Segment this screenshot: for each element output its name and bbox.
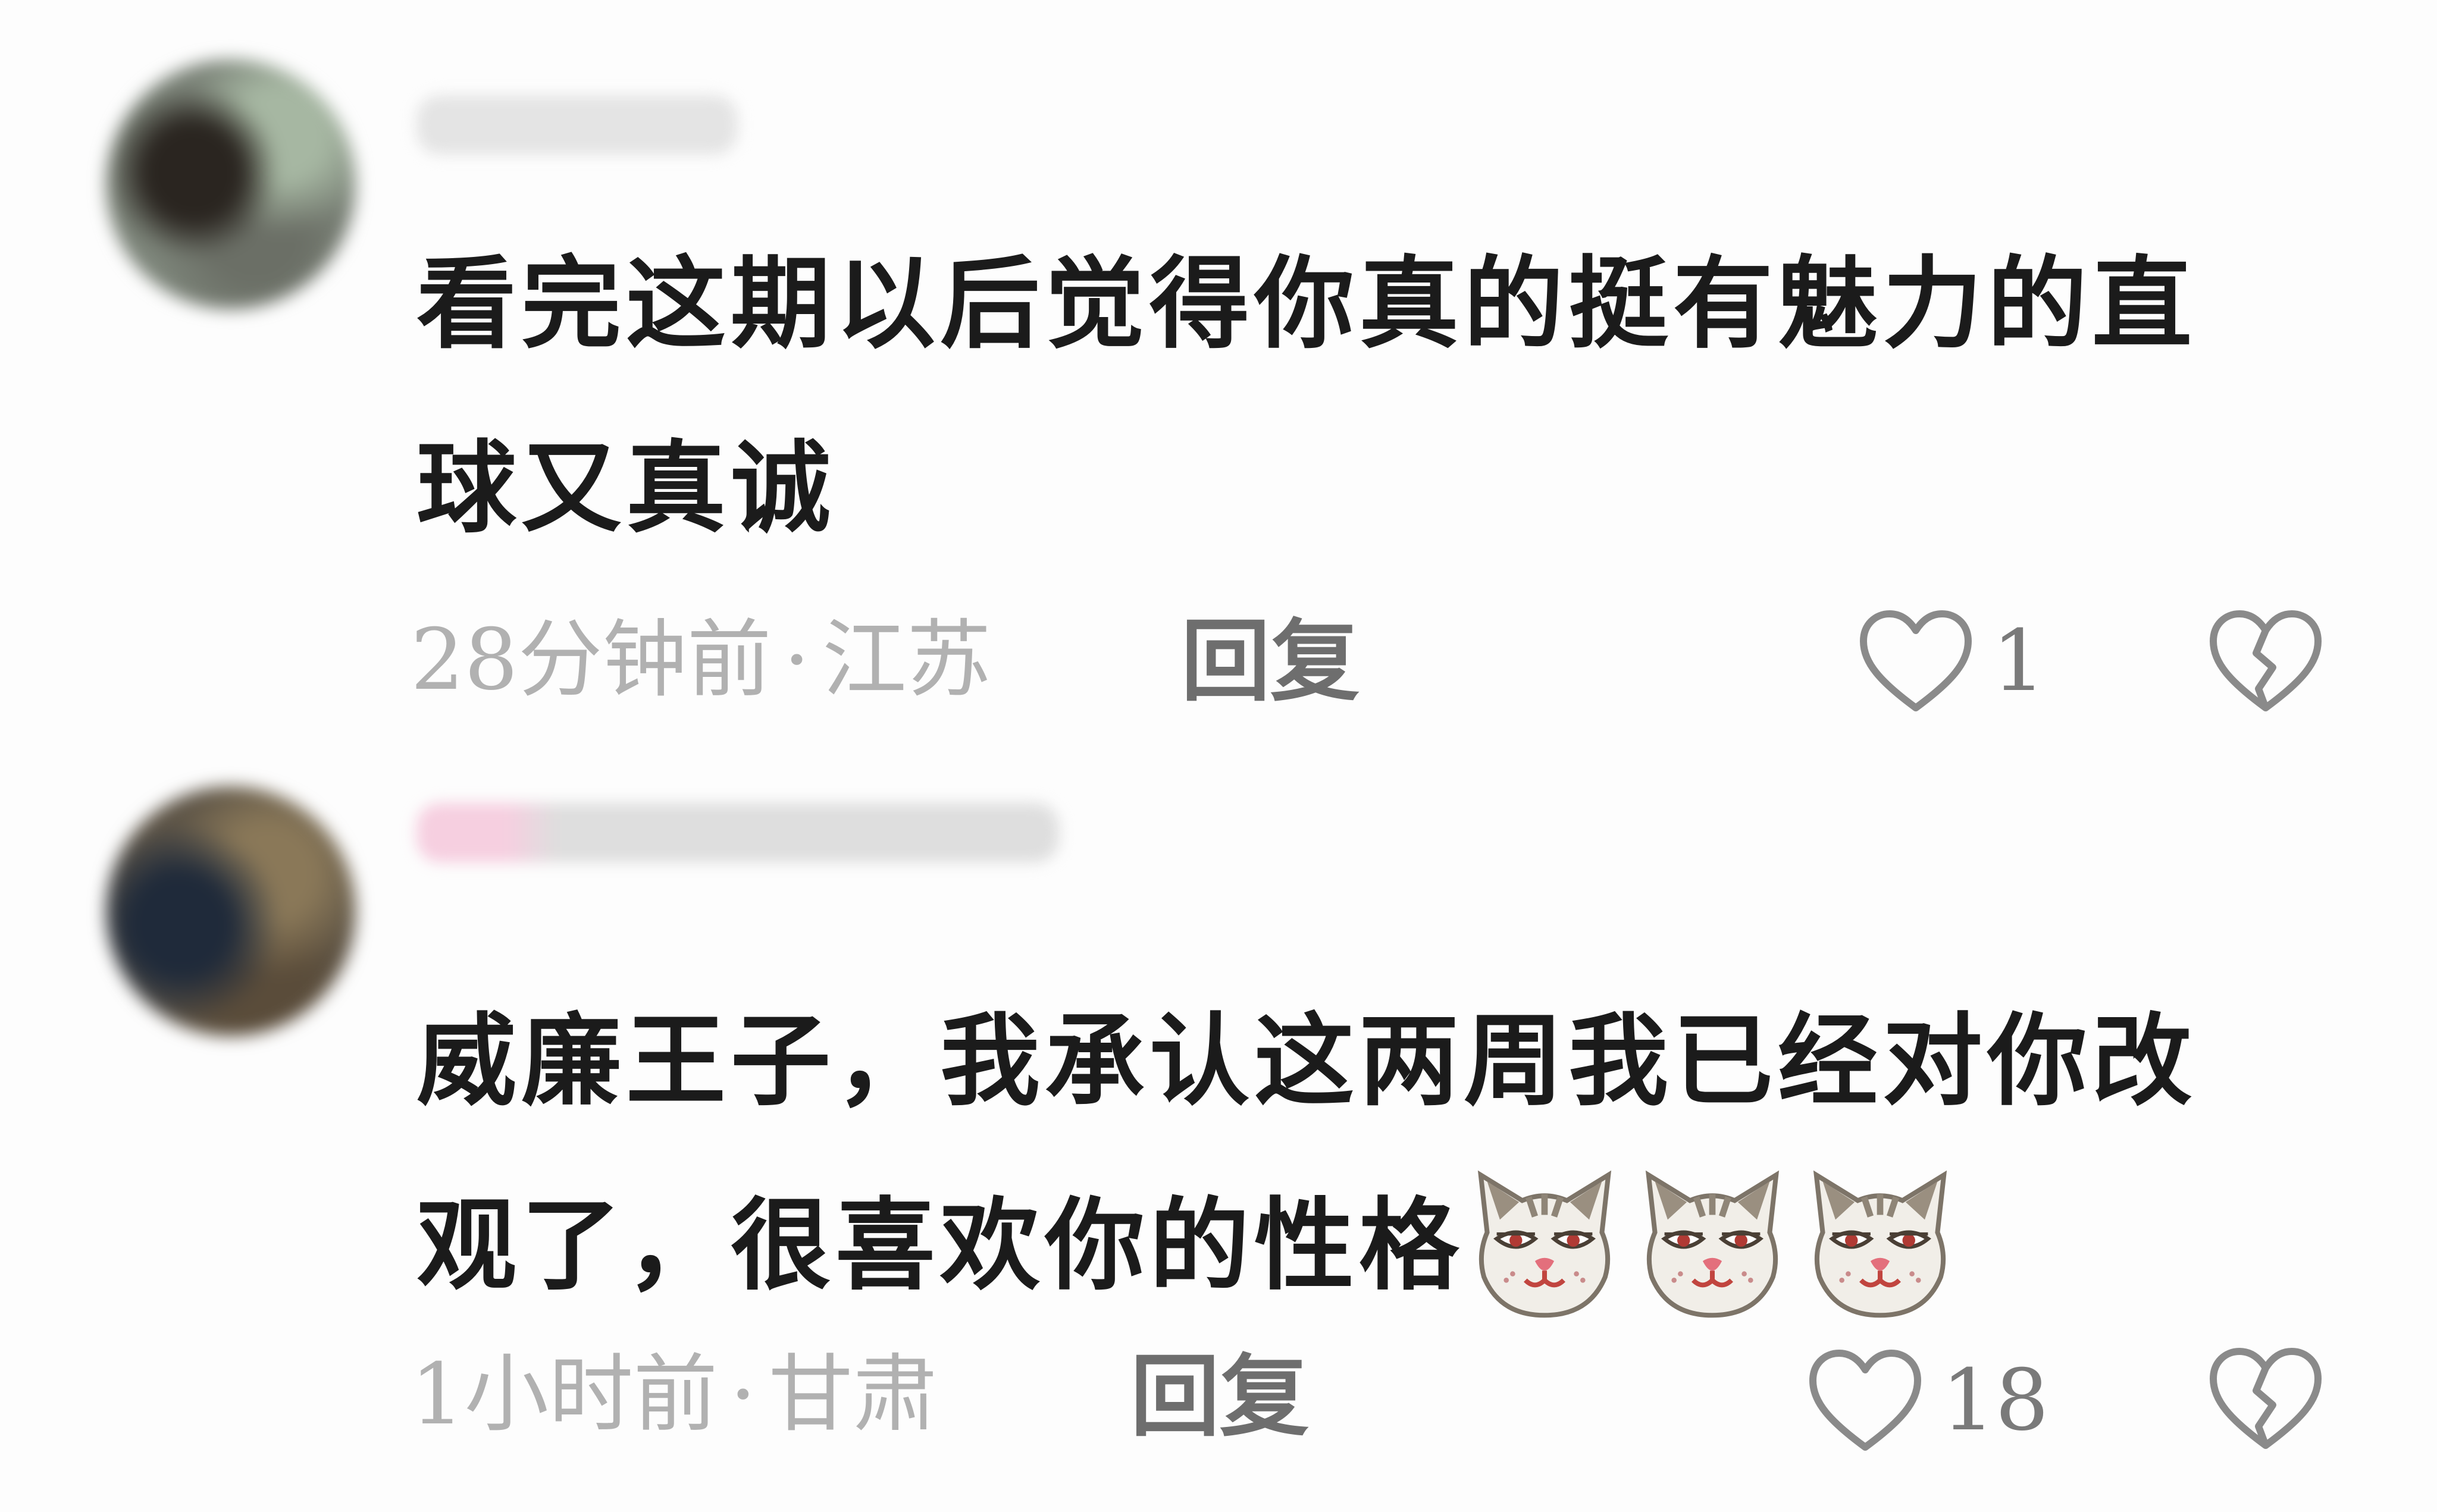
cat-face-emoji [1813, 1170, 1947, 1318]
meta-separator: · [729, 1345, 757, 1444]
comment-item: 看完这期以后觉得你真的挺有魅力的直球又真诚 28分钟前 · 江苏 回复 1 [0, 0, 2437, 738]
comment-item: 威廉王子，我承认这两周我已经对你改观了，很喜欢你的性格 1小时前 · 甘肃 回复 1… [0, 738, 2437, 1512]
broken-heart-icon[interactable] [2206, 608, 2325, 715]
cat-face-emoji [1477, 1170, 1612, 1318]
comment-text: 威廉王子，我承认这两周我已经对你改观了，很喜欢你的性格 [416, 968, 2273, 1337]
heart-outline-icon [1809, 1350, 1921, 1451]
emoji-group [1464, 1170, 1967, 1318]
like-button[interactable]: 1 [1856, 596, 2046, 727]
avatar[interactable] [106, 786, 356, 1036]
comment-meta: 28分钟前 · 江苏 [411, 601, 991, 720]
like-count: 18 [1941, 1351, 2049, 1450]
heart-outline-icon [1860, 610, 1972, 711]
comment-location: 江苏 [822, 611, 991, 709]
like-count: 1 [1992, 612, 2046, 710]
comment-location: 甘肃 [768, 1345, 938, 1444]
comment-time: 28分钟前 [411, 611, 772, 709]
comment-meta: 1小时前 · 甘肃 [411, 1335, 938, 1454]
reply-button[interactable]: 回复 [1130, 1337, 1309, 1456]
username-blurred[interactable] [416, 803, 1059, 862]
reply-button[interactable]: 回复 [1181, 602, 1360, 721]
cat-face-emoji [1645, 1170, 1780, 1318]
avatar[interactable] [106, 59, 356, 309]
broken-heart-icon[interactable] [2206, 1345, 2325, 1453]
meta-separator: · [783, 611, 810, 709]
comment-text: 看完这期以后觉得你真的挺有魅力的直球又真诚 [416, 244, 2197, 547]
comment-list: 看完这期以后觉得你真的挺有魅力的直球又真诚 28分钟前 · 江苏 回复 1 威廉王子… [0, 0, 2437, 1512]
comment-time: 1小时前 [411, 1345, 718, 1444]
username-blurred[interactable] [416, 95, 738, 155]
like-button[interactable]: 18 [1806, 1335, 2049, 1466]
